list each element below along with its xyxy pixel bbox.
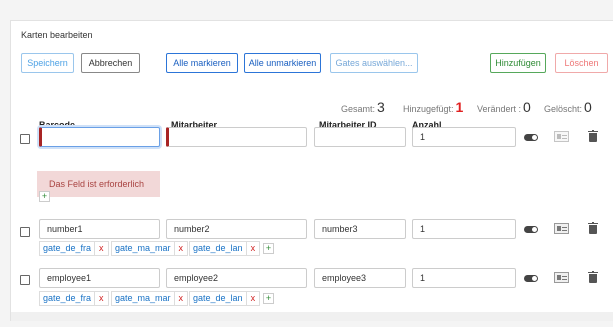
employee-input[interactable]: number2 [166, 219, 307, 239]
gate-name: gate_de_fra [43, 293, 92, 303]
employee-id-input[interactable]: number3 [314, 219, 406, 239]
validation-error: Das Feld ist erforderlich [37, 171, 160, 197]
stat-deleted: Gelöscht: 0 [544, 99, 592, 115]
row-checkbox[interactable] [20, 134, 30, 144]
mark-all-button[interactable]: Alle markieren [166, 53, 238, 73]
remove-gate-button[interactable]: x [245, 292, 260, 305]
remove-gate-button[interactable]: x [94, 292, 108, 305]
employee-id-input[interactable]: employee3 [314, 268, 406, 288]
count-input[interactable]: 1 [412, 127, 516, 147]
gate-tag: gate_de_fra x [39, 291, 109, 306]
count-input[interactable]: 1 [412, 219, 516, 239]
add-gate-button[interactable]: + [263, 293, 274, 304]
cancel-button[interactable]: Abbrechen [81, 53, 140, 73]
gate-tag: gate_de_lan x [189, 291, 261, 306]
barcode-input[interactable]: number1 [39, 219, 160, 239]
id-card-icon[interactable] [554, 223, 569, 234]
toggle-icon[interactable] [524, 226, 538, 233]
save-button[interactable]: Speichern [21, 53, 74, 73]
delete-button[interactable]: Löschen [555, 53, 608, 73]
add-gate-button[interactable]: + [263, 243, 274, 254]
toggle-icon[interactable] [524, 275, 538, 282]
trash-icon[interactable] [588, 130, 598, 142]
employee-input[interactable]: employee2 [166, 268, 307, 288]
stat-deleted-label: Gelöscht: [544, 104, 583, 114]
gate-tag: gate_ma_mar x [111, 291, 189, 306]
unmark-all-button[interactable]: Alle unmarkieren [244, 53, 321, 73]
gate-tag: gate_ma_mar x [111, 241, 189, 256]
toggle-icon[interactable] [524, 134, 538, 141]
trash-icon[interactable] [588, 271, 598, 283]
edit-cards-panel: Karten bearbeiten Speichern Abbrechen Al… [10, 20, 613, 321]
stat-total-label: Gesamt: [341, 104, 376, 114]
stat-total-value: 3 [377, 99, 385, 115]
row-checkbox[interactable] [20, 275, 30, 285]
remove-gate-button[interactable]: x [94, 242, 108, 255]
gate-name: gate_de_lan [193, 243, 243, 253]
id-card-icon[interactable] [554, 131, 569, 142]
row-checkbox[interactable] [20, 227, 30, 237]
add-gate-button[interactable]: + [39, 191, 50, 202]
stat-added: Hinzugefügt: 1 [403, 99, 463, 115]
select-gates-button[interactable]: Gates auswählen... [330, 53, 418, 73]
barcode-input[interactable] [39, 127, 160, 147]
stat-total: Gesamt: 3 [341, 99, 385, 115]
stat-changed-label: Verändert : [477, 104, 522, 114]
count-input[interactable]: 1 [412, 268, 516, 288]
id-card-icon[interactable] [554, 272, 569, 283]
gate-name: gate_ma_mar [115, 243, 171, 253]
stat-added-label: Hinzugefügt: [403, 104, 454, 114]
employee-input[interactable] [166, 127, 307, 147]
employee-id-input[interactable] [314, 127, 406, 147]
gate-tag: gate_de_lan x [189, 241, 261, 256]
panel-title: Karten bearbeiten [21, 30, 93, 40]
remove-gate-button[interactable]: x [173, 242, 188, 255]
panel-footer [11, 312, 613, 321]
remove-gate-button[interactable]: x [173, 292, 188, 305]
gate-tag: gate_de_fra x [39, 241, 109, 256]
add-button[interactable]: Hinzufügen [490, 53, 546, 73]
gate-name: gate_de_fra [43, 243, 92, 253]
gate-name: gate_de_lan [193, 293, 243, 303]
remove-gate-button[interactable]: x [245, 242, 260, 255]
stat-changed-value: 0 [523, 99, 531, 115]
stat-added-value: 1 [455, 99, 464, 115]
gate-name: gate_ma_mar [115, 293, 171, 303]
stat-changed: Verändert :0 [477, 99, 531, 115]
barcode-input[interactable]: employee1 [39, 268, 160, 288]
stat-deleted-value: 0 [584, 99, 592, 115]
trash-icon[interactable] [588, 222, 598, 234]
